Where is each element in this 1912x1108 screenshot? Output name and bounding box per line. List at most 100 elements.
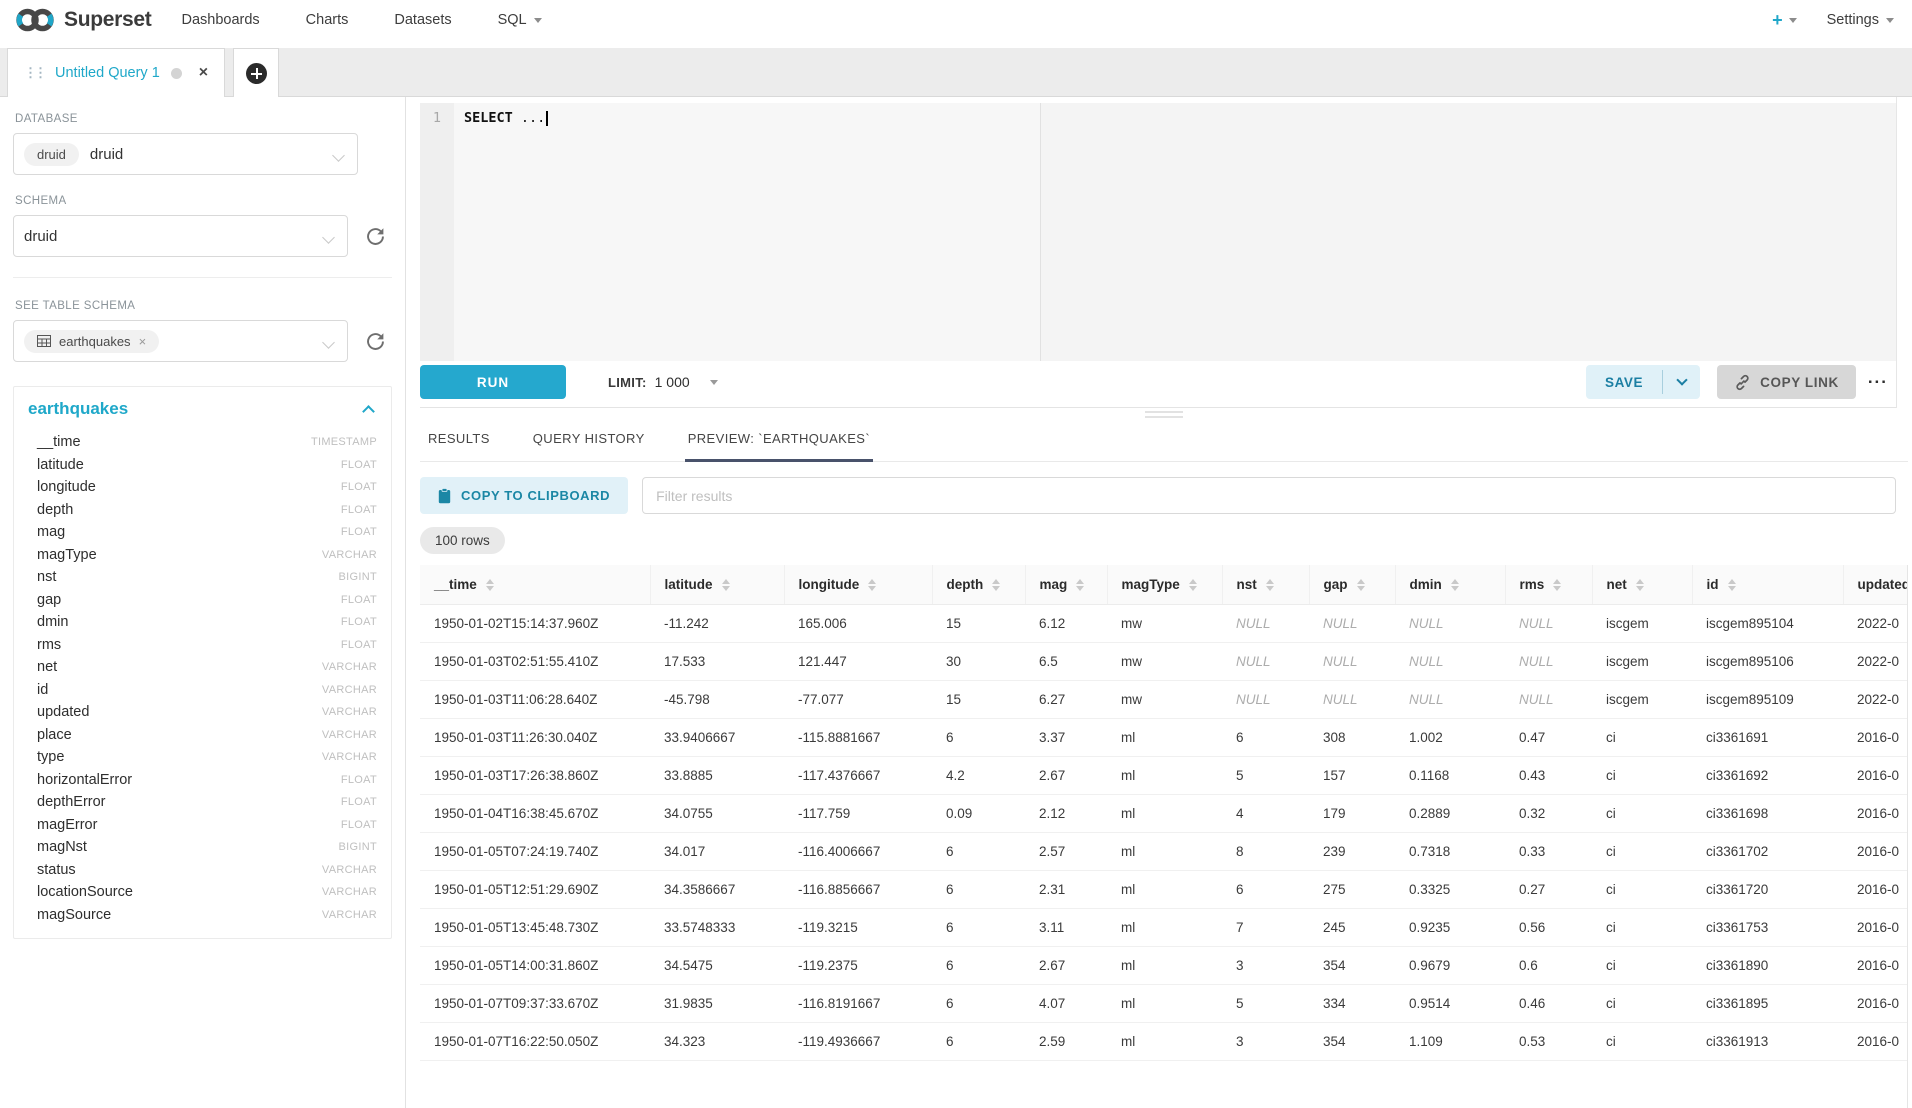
table-cell: -77.077 xyxy=(784,681,932,719)
tab-results[interactable]: RESULTS xyxy=(425,421,493,462)
limit-dropdown[interactable]: LIMIT: 1 000 xyxy=(608,374,718,390)
collapse-chevron-icon[interactable] xyxy=(362,405,375,418)
superset-logo[interactable]: Superset xyxy=(14,6,151,34)
sort-icon[interactable] xyxy=(1553,579,1561,591)
schema-select[interactable]: druid xyxy=(13,215,348,257)
editor-code-line[interactable]: SELECT ... xyxy=(454,103,548,361)
remove-table-icon[interactable]: × xyxy=(139,334,147,349)
table-cell: 179 xyxy=(1309,795,1395,833)
nav-dashboards[interactable]: Dashboards xyxy=(181,12,259,28)
table-cell: ci xyxy=(1592,833,1692,871)
column-header[interactable]: latitude xyxy=(650,565,784,605)
table-cell: 0.1168 xyxy=(1395,757,1505,795)
sort-icon[interactable] xyxy=(1636,579,1644,591)
column-type: VARCHAR xyxy=(322,549,377,561)
table-cell: 1950-01-05T07:24:19.740Z xyxy=(420,833,650,871)
table-cell: ci3361692 xyxy=(1692,757,1843,795)
tab-preview-earthquakes[interactable]: PREVIEW: `EARTHQUAKES` xyxy=(685,421,873,462)
refresh-tables-button[interactable] xyxy=(358,324,392,358)
table-cell: ml xyxy=(1107,909,1222,947)
database-select[interactable]: druid druid xyxy=(13,133,358,175)
nav-charts[interactable]: Charts xyxy=(306,12,349,28)
table-cell: 34.3586667 xyxy=(650,871,784,909)
table-cell: 2.59 xyxy=(1025,1023,1107,1061)
table-row: 1950-01-07T16:22:50.050Z34.323-119.49366… xyxy=(420,1023,1908,1061)
sql-editor[interactable]: 1 SELECT ... xyxy=(420,103,1896,361)
column-header[interactable]: nst xyxy=(1222,565,1309,605)
table-cell: 6 xyxy=(1222,871,1309,909)
table-schema-header[interactable]: earthquakes xyxy=(28,399,377,419)
table-cell: 6.5 xyxy=(1025,643,1107,681)
tab-query-history[interactable]: QUERY HISTORY xyxy=(530,421,648,462)
nav-datasets[interactable]: Datasets xyxy=(394,12,451,28)
column-header[interactable]: longitude xyxy=(784,565,932,605)
column-name: type xyxy=(37,749,64,765)
text-cursor xyxy=(546,111,548,126)
sort-icon[interactable] xyxy=(1076,579,1084,591)
query-tab-bar: ⋮⋮ Untitled Query 1 × xyxy=(0,48,1912,97)
schema-column-row: __timeTIMESTAMP xyxy=(28,431,377,454)
table-cell: 1950-01-03T11:06:28.640Z xyxy=(420,681,650,719)
filter-results-input[interactable] xyxy=(642,477,1896,514)
save-button[interactable]: SAVE xyxy=(1586,365,1662,399)
table-cell: 0.33 xyxy=(1505,833,1592,871)
column-header[interactable]: net xyxy=(1592,565,1692,605)
column-header[interactable]: depth xyxy=(932,565,1025,605)
column-name: updated xyxy=(37,704,89,720)
column-name: depth xyxy=(37,502,73,518)
table-cell: 6 xyxy=(932,1023,1025,1061)
pane-resize-handle[interactable] xyxy=(420,408,1908,421)
sort-icon[interactable] xyxy=(1728,579,1736,591)
column-header[interactable]: updated xyxy=(1843,565,1908,605)
sort-icon[interactable] xyxy=(1189,579,1197,591)
column-name: magSource xyxy=(37,907,111,923)
more-options-button[interactable]: ... xyxy=(1868,375,1888,390)
column-header[interactable]: magType xyxy=(1107,565,1222,605)
copy-to-clipboard-button[interactable]: COPY TO CLIPBOARD xyxy=(420,477,628,514)
table-cell: 2016-0 xyxy=(1843,719,1908,757)
refresh-schemas-button[interactable] xyxy=(358,219,392,253)
sort-icon[interactable] xyxy=(1357,579,1365,591)
column-header[interactable]: __time xyxy=(420,565,650,605)
sort-icon[interactable] xyxy=(722,579,730,591)
table-cell: 0.9235 xyxy=(1395,909,1505,947)
column-header[interactable]: rms xyxy=(1505,565,1592,605)
column-type: VARCHAR xyxy=(322,909,377,921)
drag-handle-icon[interactable]: ⋮⋮ xyxy=(24,65,44,81)
column-header[interactable]: mag xyxy=(1025,565,1107,605)
copy-link-button[interactable]: COPY LINK xyxy=(1717,365,1856,399)
sort-icon[interactable] xyxy=(992,579,1000,591)
close-tab-icon[interactable]: × xyxy=(199,65,208,81)
column-header[interactable]: gap xyxy=(1309,565,1395,605)
sort-icon[interactable] xyxy=(1266,579,1274,591)
chevron-down-icon xyxy=(322,336,335,349)
table-cell: 0.2889 xyxy=(1395,795,1505,833)
add-query-tab[interactable] xyxy=(233,48,279,97)
table-row: 1950-01-03T17:26:38.860Z33.8885-117.4376… xyxy=(420,757,1908,795)
save-options-button[interactable] xyxy=(1663,365,1700,399)
run-button[interactable]: RUN xyxy=(420,365,566,399)
sort-icon[interactable] xyxy=(868,579,876,591)
schema-column-row: typeVARCHAR xyxy=(28,746,377,769)
add-tab-icon[interactable] xyxy=(246,63,267,84)
new-item-button[interactable]: + xyxy=(1772,10,1797,31)
table-cell: NULL xyxy=(1395,605,1505,643)
column-name: latitude xyxy=(37,457,84,473)
table-cell: -117.4376667 xyxy=(784,757,932,795)
settings-menu[interactable]: Settings xyxy=(1827,12,1894,28)
table-select[interactable]: earthquakes × xyxy=(13,320,348,362)
sort-icon[interactable] xyxy=(486,579,494,591)
query-tab-active[interactable]: ⋮⋮ Untitled Query 1 × xyxy=(7,48,225,97)
column-name: longitude xyxy=(37,479,96,495)
chevron-down-icon xyxy=(1676,374,1687,385)
table-cell: 6 xyxy=(1222,719,1309,757)
table-cell: 0.32 xyxy=(1505,795,1592,833)
table-cell: ci3361702 xyxy=(1692,833,1843,871)
column-header[interactable]: id xyxy=(1692,565,1843,605)
table-cell: iscgem xyxy=(1592,605,1692,643)
table-cell: 245 xyxy=(1309,909,1395,947)
sort-icon[interactable] xyxy=(1451,579,1459,591)
table-cell: 1950-01-03T02:51:55.410Z xyxy=(420,643,650,681)
nav-sql-menu[interactable]: SQL xyxy=(498,12,542,28)
column-header[interactable]: dmin xyxy=(1395,565,1505,605)
